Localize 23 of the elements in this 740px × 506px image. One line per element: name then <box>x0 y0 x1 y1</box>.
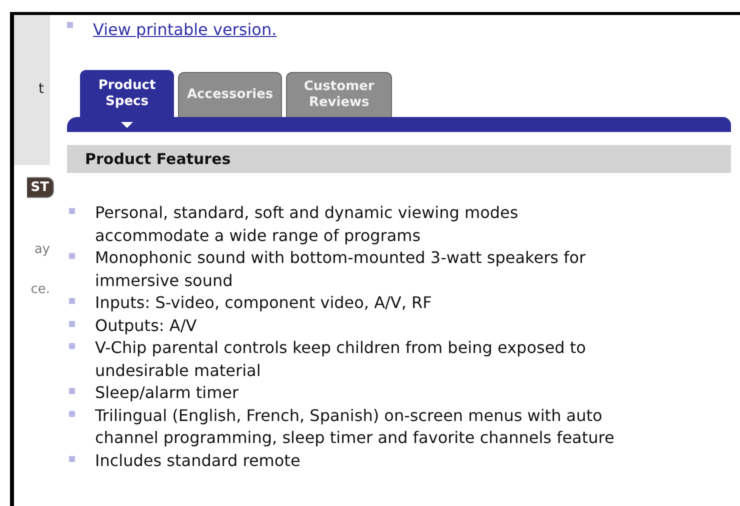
sidebar-text: ay <box>34 242 50 257</box>
bullet-icon <box>69 253 75 259</box>
feature-text: Personal, standard, soft and dynamic viewing modes accommodate a wide range of programs <box>95 202 520 246</box>
bullet-icon <box>69 208 75 214</box>
bullet-icon <box>69 343 75 349</box>
sidebar-text: ce. <box>30 282 50 297</box>
feature-text: Outputs: A/V <box>95 314 198 336</box>
bullet-icon <box>69 298 75 304</box>
bullet-icon <box>69 320 75 326</box>
printable-version-link[interactable]: View printable version. <box>93 20 277 38</box>
feature-text: Includes standard remote <box>95 450 302 472</box>
badge: ST <box>27 177 54 198</box>
feature-text: Monophonic sound with bottom-mounted 3-watt speakers for immersive sound <box>95 247 587 292</box>
feature-text: Trilingual (English, French, Spanish) on-screen menus with auto channel programming, sleep timer and favorite channels feature <box>95 404 615 449</box>
feature-text: Inputs: S-video, component video, A/V, RF <box>95 292 433 314</box>
bullet-icon <box>69 410 75 416</box>
feature-text: Sleep/alarm timer <box>95 382 240 404</box>
feature-text: V-Chip parental controls keep children from being exposed to undesirable material <box>95 337 587 382</box>
sidebar-text: t <box>38 80 44 96</box>
section-title: Product Features <box>85 150 231 168</box>
bullet-icon <box>69 388 75 394</box>
bullet-icon <box>67 22 73 28</box>
bullet-icon <box>69 456 75 462</box>
